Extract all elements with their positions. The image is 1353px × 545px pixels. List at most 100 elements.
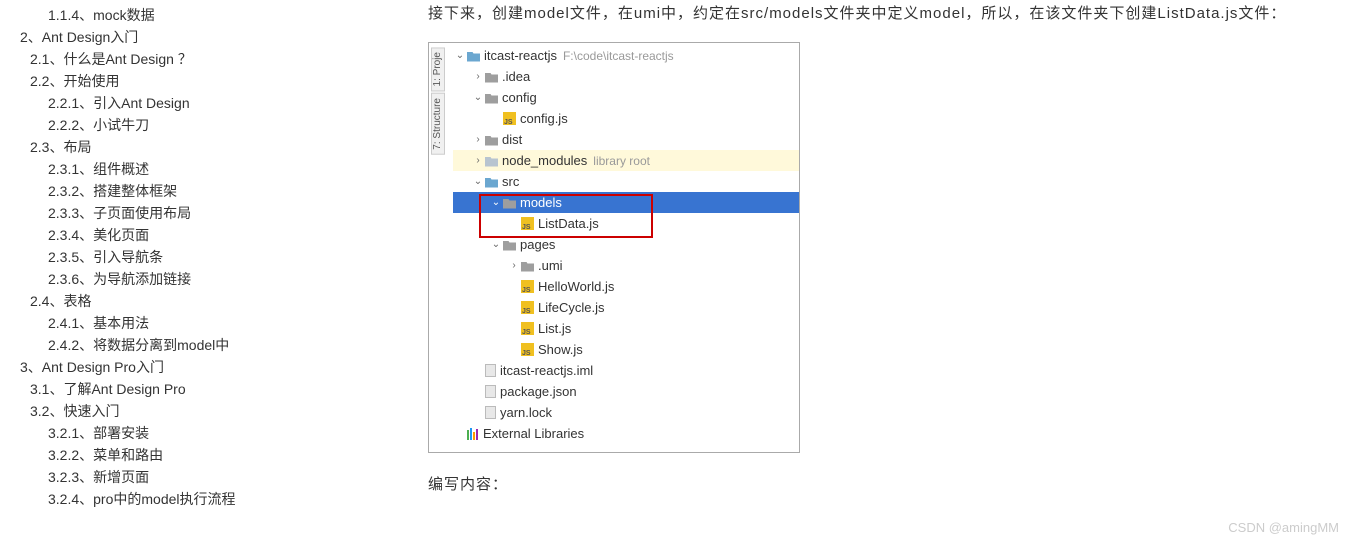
tree-node-label: node_modules: [502, 153, 587, 168]
tree-row[interactable]: › .idea: [453, 66, 799, 87]
folder-icon: [485, 73, 498, 83]
file-icon: [485, 364, 496, 377]
toc-item[interactable]: 3.2.4、pro中的model执行流程: [0, 488, 278, 510]
tree-row[interactable]: ⌄ itcast-reactjs F:\code\itcast-reactjs: [453, 45, 799, 66]
toc-item[interactable]: 2.2.1、引入Ant Design: [0, 92, 278, 114]
toc-item[interactable]: 2.3.2、搭建整体框架: [0, 180, 278, 202]
tree-node-label: HelloWorld.js: [538, 279, 614, 294]
tree-node-label: config: [502, 90, 537, 105]
tree-node-label: External Libraries: [483, 426, 584, 441]
external-libraries-icon: [467, 428, 479, 440]
tree-node-extra: F:\code\itcast-reactjs: [563, 49, 674, 63]
folder-icon: [485, 157, 498, 167]
toc-item[interactable]: 2.2、开始使用: [0, 70, 278, 92]
tree-row[interactable]: › node_modules library root: [453, 150, 799, 171]
tree-row[interactable]: yarn.lock: [453, 402, 799, 423]
chevron-right-icon: ›: [507, 260, 521, 271]
toc-item[interactable]: 2.2.2、小试牛刀: [0, 114, 278, 136]
toc-item[interactable]: 2.3.4、美化页面: [0, 224, 278, 246]
toc-item[interactable]: 2.3.5、引入导航条: [0, 246, 278, 268]
js-file-icon: [521, 322, 534, 335]
tree-node-label: dist: [502, 132, 522, 147]
toc-item[interactable]: 2.3.6、为导航添加链接: [0, 268, 278, 290]
toc-item[interactable]: 3、Ant Design Pro入门: [0, 356, 278, 378]
intro-paragraph: 接下来，创建model文件，在umi中，约定在src/models文件夹中定义m…: [428, 0, 1323, 28]
outro-paragraph: 编写内容：: [428, 471, 1323, 499]
chevron-down-icon: ⌄: [489, 239, 503, 250]
toc-item[interactable]: 3.2.2、菜单和路由: [0, 444, 278, 466]
folder-icon: [503, 241, 516, 251]
toc-item[interactable]: 3.1、了解Ant Design Pro: [0, 378, 278, 400]
js-file-icon: [521, 301, 534, 314]
toc-item[interactable]: 3.2.3、新增页面: [0, 466, 278, 488]
file-icon: [485, 406, 496, 419]
tree-node-label: itcast-reactjs.iml: [500, 363, 593, 378]
tree-row[interactable]: External Libraries: [453, 423, 799, 444]
toc-item[interactable]: 2、Ant Design入门: [0, 26, 278, 48]
tree-node-label: config.js: [520, 111, 568, 126]
tree-node-label: .umi: [538, 258, 563, 273]
tree-node-label: Show.js: [538, 342, 583, 357]
watermark: CSDN @amingMM: [1228, 520, 1339, 535]
tree-row[interactable]: › .umi: [453, 255, 799, 276]
ide-vertical-tab-structure: 7: Structure: [431, 93, 445, 155]
tree-row[interactable]: config.js: [453, 108, 799, 129]
folder-icon: [485, 94, 498, 104]
tree-row[interactable]: Show.js: [453, 339, 799, 360]
toc-item[interactable]: 1.1.4、mock数据: [0, 4, 278, 26]
tree-row[interactable]: ⌄ pages: [453, 234, 799, 255]
toc-item[interactable]: 2.3.3、子页面使用布局: [0, 202, 278, 224]
tree-row[interactable]: ⌄ config: [453, 87, 799, 108]
chevron-right-icon: ›: [471, 71, 485, 82]
tree-node-label: .idea: [502, 69, 530, 84]
tree-node-label: ListData.js: [538, 216, 599, 231]
tree-row[interactable]: ListData.js: [453, 213, 799, 234]
table-of-contents: 1.1.4、mock数据2、Ant Design入门2.1、什么是Ant Des…: [0, 0, 278, 545]
tree-row[interactable]: › dist: [453, 129, 799, 150]
chevron-down-icon: ⌄: [453, 50, 467, 61]
tree-row[interactable]: itcast-reactjs.iml: [453, 360, 799, 381]
chevron-right-icon: ›: [471, 134, 485, 145]
tree-row[interactable]: LifeCycle.js: [453, 297, 799, 318]
ide-vertical-tab-project: 1: Proje: [431, 47, 445, 91]
js-file-icon: [521, 343, 534, 356]
tree-node-label: yarn.lock: [500, 405, 552, 420]
chevron-down-icon: ⌄: [471, 176, 485, 187]
folder-icon: [485, 136, 498, 146]
tree-node-label: List.js: [538, 321, 571, 336]
toc-item[interactable]: 2.3、布局: [0, 136, 278, 158]
tree-node-label: models: [520, 195, 562, 210]
tree-node-label: LifeCycle.js: [538, 300, 604, 315]
tree-node-label: package.json: [500, 384, 577, 399]
tree-node-label: itcast-reactjs: [484, 48, 557, 63]
folder-icon: [521, 262, 534, 272]
js-file-icon: [521, 217, 534, 230]
toc-item[interactable]: 2.3.1、组件概述: [0, 158, 278, 180]
toc-item[interactable]: 2.1、什么是Ant Design ？: [0, 48, 278, 70]
js-file-icon: [503, 112, 516, 125]
toc-item[interactable]: 3.2、快速入门: [0, 400, 278, 422]
toc-item[interactable]: 2.4.1、基本用法: [0, 312, 278, 334]
file-icon: [485, 385, 496, 398]
toc-item[interactable]: 3.2.1、部署安装: [0, 422, 278, 444]
ide-screenshot: 1: Proje 7: Structure ⌄ itcast-reactjs F:\…: [428, 42, 800, 453]
chevron-down-icon: ⌄: [489, 197, 503, 208]
tree-row[interactable]: List.js: [453, 318, 799, 339]
folder-icon: [503, 199, 516, 209]
file-tree: ⌄ itcast-reactjs F:\code\itcast-reactjs › .i…: [453, 45, 799, 444]
folder-icon: [485, 178, 498, 188]
tree-row[interactable]: ⌄ models: [453, 192, 799, 213]
folder-icon: [467, 52, 480, 62]
tree-node-extra: library root: [593, 154, 650, 168]
tree-node-label: pages: [520, 237, 555, 252]
toc-item[interactable]: 2.4.2、将数据分离到model中: [0, 334, 278, 356]
tree-row[interactable]: HelloWorld.js: [453, 276, 799, 297]
tree-node-label: src: [502, 174, 519, 189]
chevron-right-icon: ›: [471, 155, 485, 166]
js-file-icon: [521, 280, 534, 293]
toc-item[interactable]: 2.4、表格: [0, 290, 278, 312]
chevron-down-icon: ⌄: [471, 92, 485, 103]
tree-row[interactable]: package.json: [453, 381, 799, 402]
article-content: 接下来，创建model文件，在umi中，约定在src/models文件夹中定义m…: [278, 0, 1353, 545]
tree-row[interactable]: ⌄ src: [453, 171, 799, 192]
